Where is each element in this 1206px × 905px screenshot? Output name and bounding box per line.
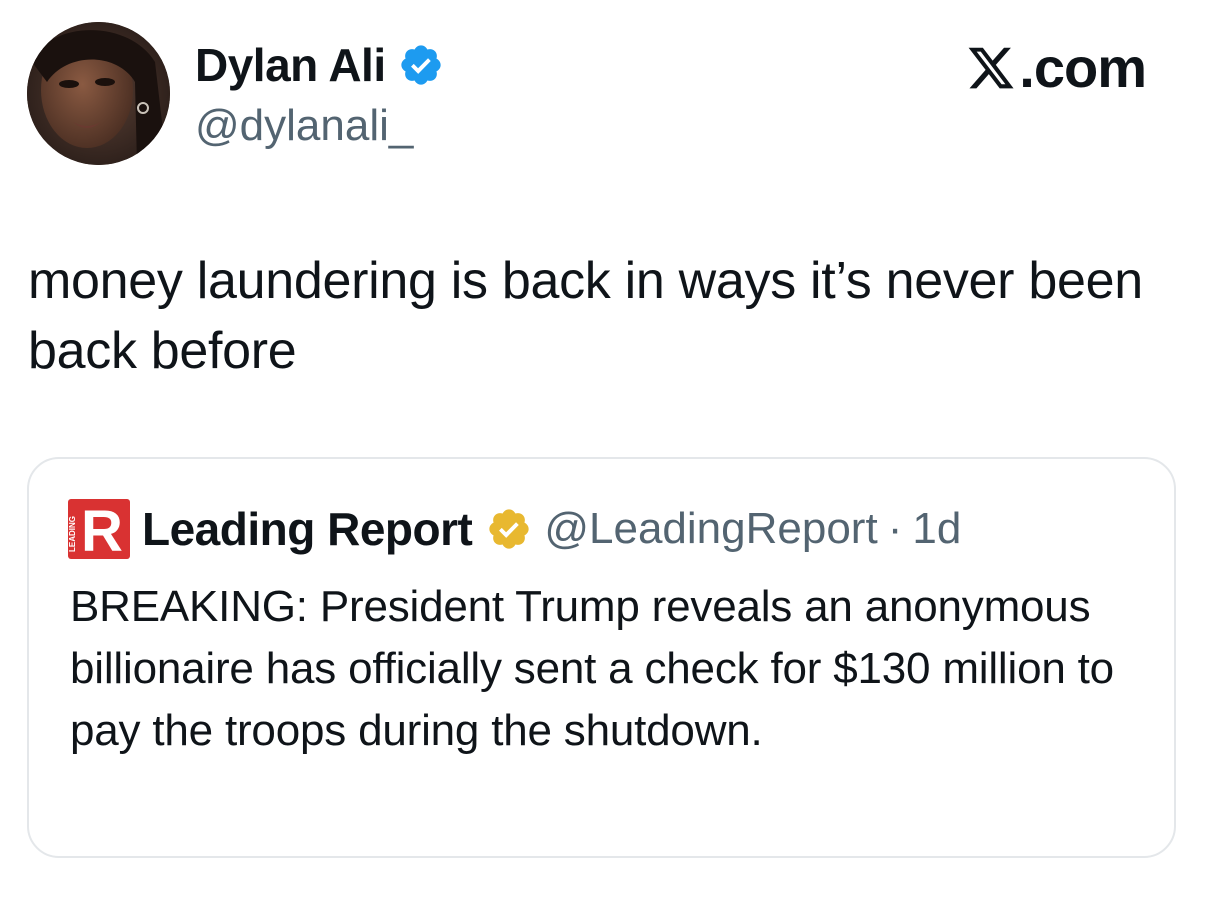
logo-small-text: LEADING — [68, 516, 77, 552]
quoted-tweet[interactable]: LEADING R Leading Report @LeadingReport … — [27, 457, 1176, 858]
author-name[interactable]: Dylan Ali — [195, 37, 386, 93]
logo-letter: R — [81, 499, 123, 559]
blue-verified-icon — [400, 45, 441, 85]
avatar-photo — [27, 22, 170, 165]
site-brand-text: .com — [1019, 36, 1147, 99]
author-handle[interactable]: @dylanali_ — [195, 100, 413, 152]
leading-report-logo[interactable]: LEADING R — [68, 499, 130, 559]
tweet-text: money laundering is back in ways it’s ne… — [28, 252, 1143, 380]
author-name-row: Dylan Ali — [195, 37, 444, 93]
quoted-tweet-text: BREAKING: President Trump reveals an ano… — [70, 582, 1114, 755]
gold-verified-icon — [489, 509, 529, 549]
quoted-timestamp[interactable]: 1d — [912, 504, 961, 554]
avatar[interactable] — [27, 22, 170, 165]
separator-dot: · — [887, 504, 903, 553]
quoted-tweet-header: LEADING R Leading Report @LeadingReport … — [68, 499, 961, 559]
quoted-author-handle[interactable]: @LeadingReport — [544, 504, 877, 554]
x-logo-icon — [968, 47, 1014, 89]
site-brand: .com — [966, 36, 1147, 100]
quoted-author-name[interactable]: Leading Report — [142, 502, 473, 556]
